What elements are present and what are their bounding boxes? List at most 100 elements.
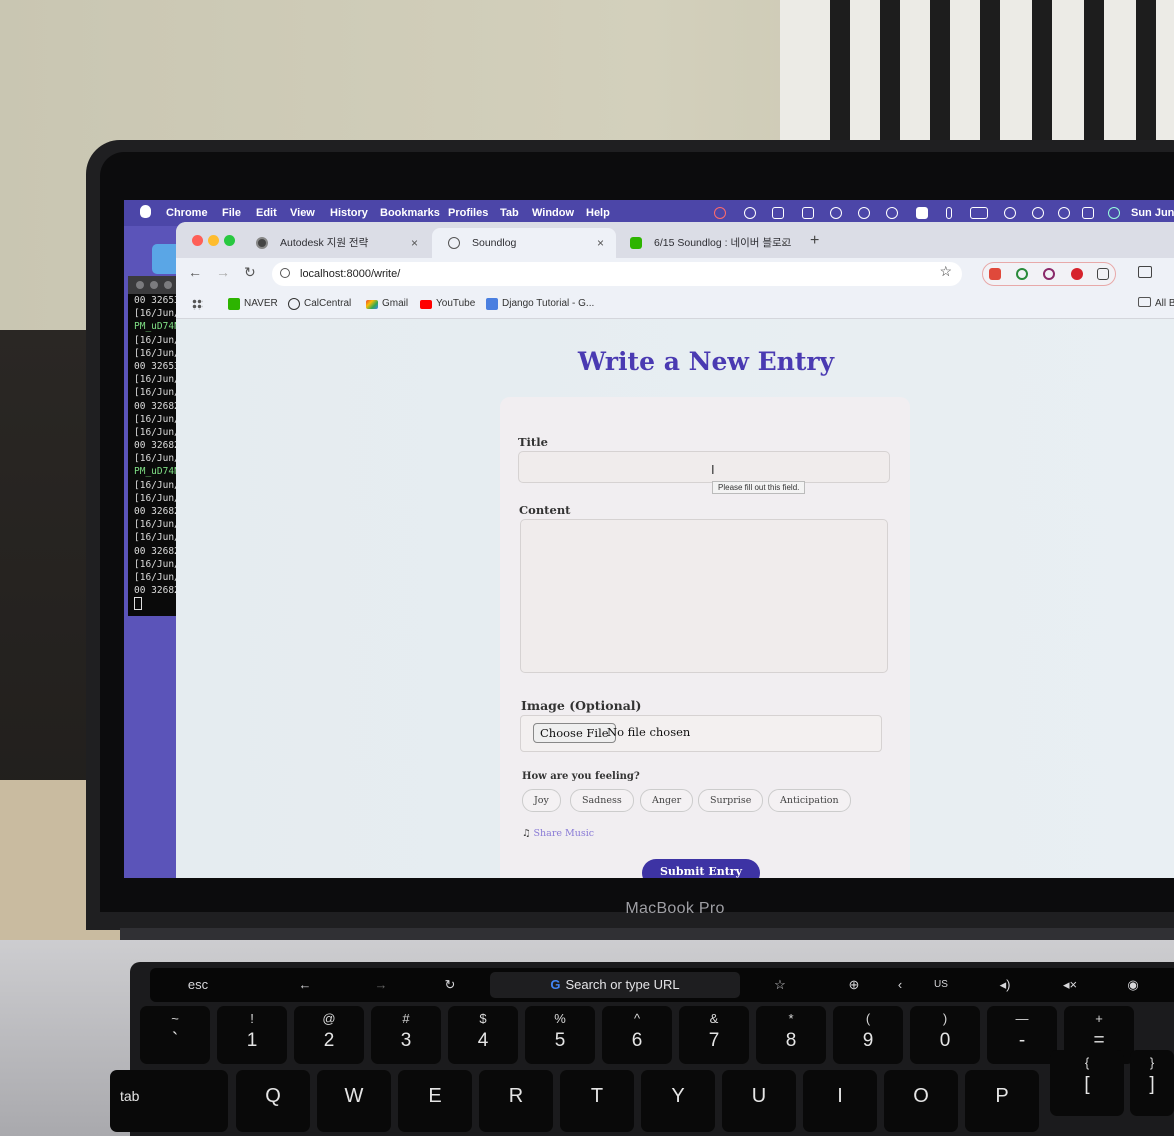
bluetooth-icon[interactable]: [946, 207, 952, 219]
zoom-window-button[interactable]: [224, 235, 235, 246]
wifi-icon[interactable]: [1004, 207, 1016, 219]
emotion-anger[interactable]: Anger: [640, 789, 694, 812]
key-7[interactable]: & 7: [679, 1006, 749, 1064]
screen-recording-icon[interactable]: [714, 207, 726, 219]
touchbar-forward-icon[interactable]: →: [356, 968, 406, 1002]
touchbar-volume-icon[interactable]: ◂): [990, 968, 1020, 1002]
key-6[interactable]: ^ 6: [602, 1006, 672, 1064]
key-0[interactable]: ) 0: [910, 1006, 980, 1064]
bookmark-gmail[interactable]: Gmail: [366, 290, 408, 318]
touchbar-siri-icon[interactable]: ◉: [1118, 968, 1148, 1002]
tab-autodesk[interactable]: Autodesk 지원 전략 ×: [240, 228, 430, 258]
url-text[interactable]: localhost:8000/write/: [300, 262, 400, 286]
user-account-icon[interactable]: [1032, 207, 1044, 219]
close-tab-icon[interactable]: ×: [597, 228, 604, 258]
key-backtick[interactable]: ~ `: [140, 1006, 210, 1064]
touchbar-mute-icon[interactable]: ◂×: [1050, 968, 1090, 1002]
key-8[interactable]: * 8: [756, 1006, 826, 1064]
title-input[interactable]: I: [518, 451, 890, 483]
reload-icon[interactable]: ↻: [244, 264, 256, 281]
close-tab-icon[interactable]: ×: [411, 228, 418, 258]
share-music-link[interactable]: ♫ Share Music: [522, 828, 594, 839]
input-source-icon[interactable]: [916, 207, 928, 219]
key-open-bracket[interactable]: {[: [1050, 1050, 1124, 1116]
bookmark-django-tutorial[interactable]: Django Tutorial - G...: [486, 290, 594, 318]
spotlight-search-icon[interactable]: [1058, 207, 1070, 219]
key-minus[interactable]: — -: [987, 1006, 1057, 1064]
tab-soundlog[interactable]: Soundlog ×: [432, 228, 616, 258]
touchbar-back-icon[interactable]: ←: [280, 968, 330, 1002]
key-main-symbol: 7: [708, 1030, 720, 1051]
window-stack-icon[interactable]: [802, 207, 814, 219]
all-bookmarks-button[interactable]: All B: [1138, 290, 1174, 318]
key-q[interactable]: Q: [236, 1070, 310, 1132]
vpn-globe-icon[interactable]: [744, 207, 756, 219]
touchbar-new-tab-icon[interactable]: ⊕: [834, 968, 874, 1002]
touchbar-reload-icon[interactable]: ↻: [425, 968, 475, 1002]
key-9[interactable]: (9: [833, 1006, 903, 1064]
night-mode-icon[interactable]: [830, 207, 842, 219]
extension-grammar-icon[interactable]: [1016, 268, 1028, 280]
tab-title: Soundlog: [472, 237, 517, 249]
key-3[interactable]: #3: [371, 1006, 441, 1064]
key-w[interactable]: W: [317, 1070, 391, 1132]
key-shift-symbol: —: [1015, 1011, 1029, 1026]
key-tab[interactable]: tab: [110, 1070, 228, 1132]
title-label: Title: [518, 435, 548, 449]
extension-opera-icon[interactable]: [1071, 268, 1083, 280]
headphones-icon[interactable]: [886, 207, 898, 219]
apps-grid-icon[interactable]: [192, 299, 203, 310]
key-o[interactable]: O: [884, 1070, 958, 1132]
side-panel-icon[interactable]: [1138, 266, 1152, 278]
extension-block-icon[interactable]: [1043, 268, 1055, 280]
play-icon[interactable]: [858, 207, 870, 219]
touchbar-collapse-icon[interactable]: ‹: [890, 968, 910, 1002]
key-close-bracket[interactable]: }]: [1130, 1050, 1174, 1116]
key-2[interactable]: @2: [294, 1006, 364, 1064]
youtube-icon: [420, 300, 432, 309]
key-1[interactable]: ! 1: [217, 1006, 287, 1064]
address-bar[interactable]: localhost:8000/write/ ☆: [272, 262, 962, 286]
key-p[interactable]: P: [965, 1070, 1039, 1132]
emotion-anticipation[interactable]: Anticipation: [768, 789, 851, 812]
tab-naver-blog[interactable]: 6/15 Soundlog : 네이버 블로그 ×: [614, 228, 800, 258]
bookmark-youtube[interactable]: YouTube: [420, 290, 475, 318]
key-r[interactable]: R: [479, 1070, 553, 1132]
bookmark-naver[interactable]: NAVER: [228, 290, 278, 318]
key-i[interactable]: I: [803, 1070, 877, 1132]
bookmark-star-icon[interactable]: ☆: [939, 263, 952, 280]
emotion-joy[interactable]: Joy: [522, 789, 561, 812]
close-window-button[interactable]: [192, 235, 203, 246]
siri-icon[interactable]: [1108, 207, 1120, 219]
bookmark-calcentral[interactable]: CalCentral: [288, 290, 351, 318]
back-arrow-icon[interactable]: ←: [188, 264, 202, 280]
battery-icon[interactable]: [970, 207, 988, 219]
app-status-icon[interactable]: [772, 207, 784, 219]
touchbar-search-field[interactable]: G Search or type URL: [490, 972, 740, 998]
key-t[interactable]: T: [560, 1070, 634, 1132]
site-info-icon[interactable]: [280, 268, 290, 278]
key-y[interactable]: Y: [641, 1070, 715, 1132]
key-5[interactable]: % 5: [525, 1006, 595, 1064]
touchbar-star-icon[interactable]: ☆: [760, 968, 800, 1002]
key-4[interactable]: $4: [448, 1006, 518, 1064]
touchbar-language-badge[interactable]: US: [926, 968, 956, 1002]
choose-file-button[interactable]: Choose File: [533, 723, 616, 743]
new-tab-button[interactable]: +: [810, 232, 819, 250]
forward-arrow-icon[interactable]: →: [216, 264, 230, 280]
key-main-symbol: 5: [554, 1030, 566, 1051]
close-tab-icon[interactable]: ×: [781, 228, 788, 258]
key-e[interactable]: E: [398, 1070, 472, 1132]
submit-entry-button[interactable]: Submit Entry: [642, 859, 760, 878]
extensions-puzzle-icon[interactable]: [1097, 268, 1109, 280]
content-textarea[interactable]: [520, 519, 888, 673]
key-u[interactable]: U: [722, 1070, 796, 1132]
key-shift-symbol: +: [1095, 1011, 1103, 1026]
minimize-window-button[interactable]: [208, 235, 219, 246]
extension-red-icon[interactable]: [989, 268, 1001, 280]
emotion-surprise[interactable]: Surprise: [698, 789, 764, 812]
control-center-icon[interactable]: [1082, 207, 1094, 219]
emotion-sadness[interactable]: Sadness: [570, 789, 634, 812]
apple-icon[interactable]: [140, 205, 151, 218]
touchbar-esc-key[interactable]: esc: [168, 968, 228, 1002]
